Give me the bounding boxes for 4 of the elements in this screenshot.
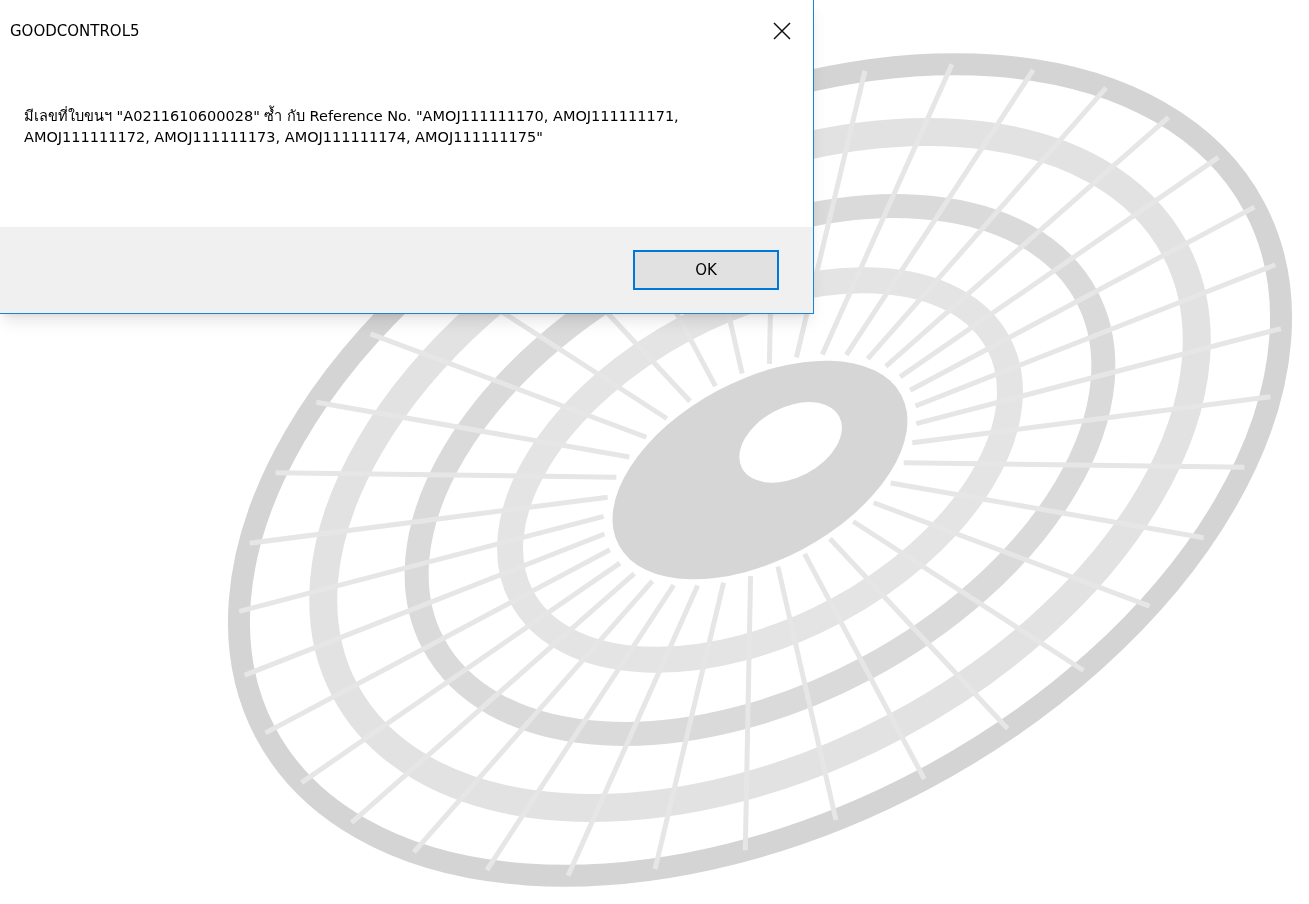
window-title: GOODCONTROL5 (10, 20, 140, 42)
close-icon (773, 22, 791, 40)
message-text: มีเลขที่ใบขนฯ "A0211610600028" ซ้ำ กับ Reference No. "AMOJ111111170, AMOJ111111171, AMOJ111111172, AMOJ111111173, AMOJ111111174, AMOJ111111175" (24, 106, 764, 148)
ok-button[interactable]: OK (633, 250, 779, 290)
